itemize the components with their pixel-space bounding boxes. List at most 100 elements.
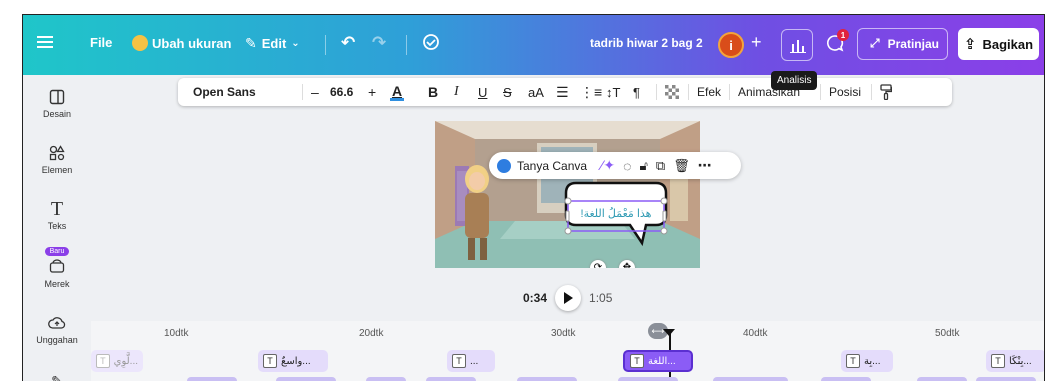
sidebar-item-label: Unggahan: [36, 335, 78, 345]
ruler-label: 30dtk: [551, 328, 576, 339]
play-button[interactable]: [555, 285, 582, 311]
spacing-icon[interactable]: ↕T: [606, 78, 620, 106]
expand-icon: ⤢: [870, 36, 880, 50]
timeline-clip[interactable]: T ...بِة: [841, 350, 893, 372]
analytics-button[interactable]: [781, 29, 813, 61]
timeline-clip[interactable]: [917, 377, 967, 381]
cloud-saved-icon[interactable]: [421, 33, 441, 51]
sidebar-item-unggahan[interactable]: Unggahan: [23, 311, 91, 345]
magic-edit-icon[interactable]: ⁄✦: [601, 157, 615, 174]
notification-badge: 1: [837, 29, 849, 41]
timeline-clip[interactable]: T ...لَّوِي: [91, 350, 143, 372]
text-direction-icon[interactable]: ¶: [633, 78, 640, 106]
font-size-increase-button[interactable]: +: [368, 78, 376, 106]
sidebar-item-label: Teks: [47, 221, 67, 231]
timeline-clip[interactable]: [366, 377, 406, 381]
current-time: 0:34: [523, 291, 548, 305]
shapes-icon: [49, 141, 65, 165]
font-size-input[interactable]: 66.6: [330, 78, 353, 106]
duplicate-icon[interactable]: ⧉: [656, 158, 665, 174]
resize-button[interactable]: Ubah ukuran: [132, 35, 231, 51]
timeline-clip[interactable]: [821, 377, 871, 381]
total-time: 1:05: [589, 291, 613, 305]
left-sidebar: Desain Elemen T Teks Baru Merek Unggahan: [23, 75, 91, 381]
draw-icon: ✎: [51, 372, 63, 381]
timeline-clip[interactable]: [618, 377, 678, 381]
ruler-label: 50dtk: [935, 328, 960, 339]
text-icon: T: [50, 197, 64, 220]
bar-chart-icon: [790, 40, 806, 53]
redo-icon[interactable]: ↷: [372, 33, 386, 53]
play-icon: [564, 292, 574, 304]
playhead-marker-icon: [663, 329, 675, 336]
new-badge: Baru: [44, 247, 70, 256]
analytics-tooltip: Analisis: [771, 71, 818, 90]
timeline-clip[interactable]: [713, 377, 788, 381]
avatar[interactable]: i: [718, 32, 744, 58]
timeline-clip[interactable]: [426, 377, 476, 381]
sidebar-item-label: Desain: [42, 109, 71, 119]
sidebar-item-merek[interactable]: Baru Merek: [23, 247, 91, 289]
paint-format-icon[interactable]: [880, 78, 892, 106]
font-family-select[interactable]: Open Sans: [193, 78, 298, 106]
edit-menu[interactable]: ✎ Edit ⌄: [245, 35, 300, 52]
timeline-clip[interactable]: T ...بِنْكَا: [986, 350, 1044, 372]
brand-icon: [49, 257, 65, 275]
avatar-letter: i: [729, 37, 733, 53]
share-button[interactable]: ⇪ Bagikan: [958, 28, 1039, 60]
timeline-clip[interactable]: T ...: [447, 350, 495, 372]
timeline-clip[interactable]: [276, 377, 336, 381]
timeline-clip[interactable]: [517, 377, 577, 381]
transparency-icon[interactable]: [665, 78, 679, 106]
playback-controls: 0:34 1:05: [523, 285, 612, 311]
sidebar-item-desain[interactable]: Desain: [23, 85, 91, 119]
layout-icon: [49, 85, 65, 109]
text-color-button[interactable]: A: [390, 78, 404, 106]
timeline-clip-selected[interactable]: T ...اللغة: [623, 350, 693, 372]
align-center-icon[interactable]: ☰: [556, 78, 569, 106]
slide-canvas[interactable]: هذا مَعْمَلُ اللغة! ⟳ ✥: [435, 121, 700, 268]
bold-button[interactable]: B: [428, 78, 438, 106]
color-underline: [390, 97, 404, 101]
italic-button[interactable]: I: [454, 78, 459, 106]
timeline-clip[interactable]: T ...واسعٌ: [258, 350, 328, 372]
speech-bubble-text[interactable]: هذا مَعْمَلُ اللغة!: [570, 207, 662, 220]
font-size-decrease-button[interactable]: –: [311, 78, 319, 106]
effects-button[interactable]: Efek: [697, 78, 721, 106]
hamburger-icon[interactable]: [37, 35, 53, 49]
ask-canva-button[interactable]: Tanya Canva: [517, 159, 587, 173]
project-title[interactable]: tadrib hiwar 2 bag 2: [590, 36, 703, 50]
pencil-icon: ✎: [245, 35, 257, 51]
ruler-label: 20dtk: [359, 328, 384, 339]
preview-button[interactable]: ⤢ Pratinjau: [857, 28, 948, 60]
sidebar-item-label: Elemen: [41, 165, 73, 175]
position-button[interactable]: Posisi: [829, 78, 861, 106]
ruler-label: 40dtk: [743, 328, 768, 339]
sidebar-item-teks[interactable]: T Teks: [23, 197, 91, 232]
timeline-clip[interactable]: [187, 377, 237, 381]
more-options-icon[interactable]: ⋯: [698, 157, 712, 174]
upload-icon: [48, 311, 66, 335]
delete-icon[interactable]: 🗑︎: [673, 158, 690, 174]
sidebar-item-label: Merek: [44, 279, 70, 289]
underline-button[interactable]: U: [478, 78, 487, 106]
top-bar: File Ubah ukuran ✎ Edit ⌄ ↶ ↷ tadrib hiw…: [23, 15, 1044, 75]
share-label: Bagikan: [982, 36, 1034, 52]
resize-label: Ubah ukuran: [152, 35, 232, 51]
timeline[interactable]: 10dtk 20dtk 30dtk 40dtk 50dtk ⟷ T ...لَّ…: [91, 321, 1044, 381]
add-collaborator-icon[interactable]: +: [751, 32, 762, 53]
edit-label: Edit: [261, 36, 287, 51]
classroom-scene-illustration: [435, 121, 700, 268]
file-menu[interactable]: File: [90, 35, 112, 50]
list-icon[interactable]: ⋮≡: [580, 78, 602, 106]
sidebar-item-more[interactable]: ✎: [23, 369, 91, 381]
sidebar-item-elemen[interactable]: Elemen: [23, 141, 91, 175]
lock-icon[interactable]: 🔓︎: [639, 158, 647, 174]
timeline-clip[interactable]: [976, 377, 1036, 381]
strikethrough-button[interactable]: S: [503, 78, 512, 106]
element-context-bar: Tanya Canva ⁄✦ ◌ 🔓︎ ⧉ 🗑︎ ⋯: [489, 152, 741, 179]
undo-icon[interactable]: ↶: [341, 33, 355, 53]
comment-add-icon[interactable]: ◌: [623, 158, 631, 174]
case-button[interactable]: aA: [528, 78, 544, 106]
share-upload-icon: ⇪: [963, 36, 977, 53]
